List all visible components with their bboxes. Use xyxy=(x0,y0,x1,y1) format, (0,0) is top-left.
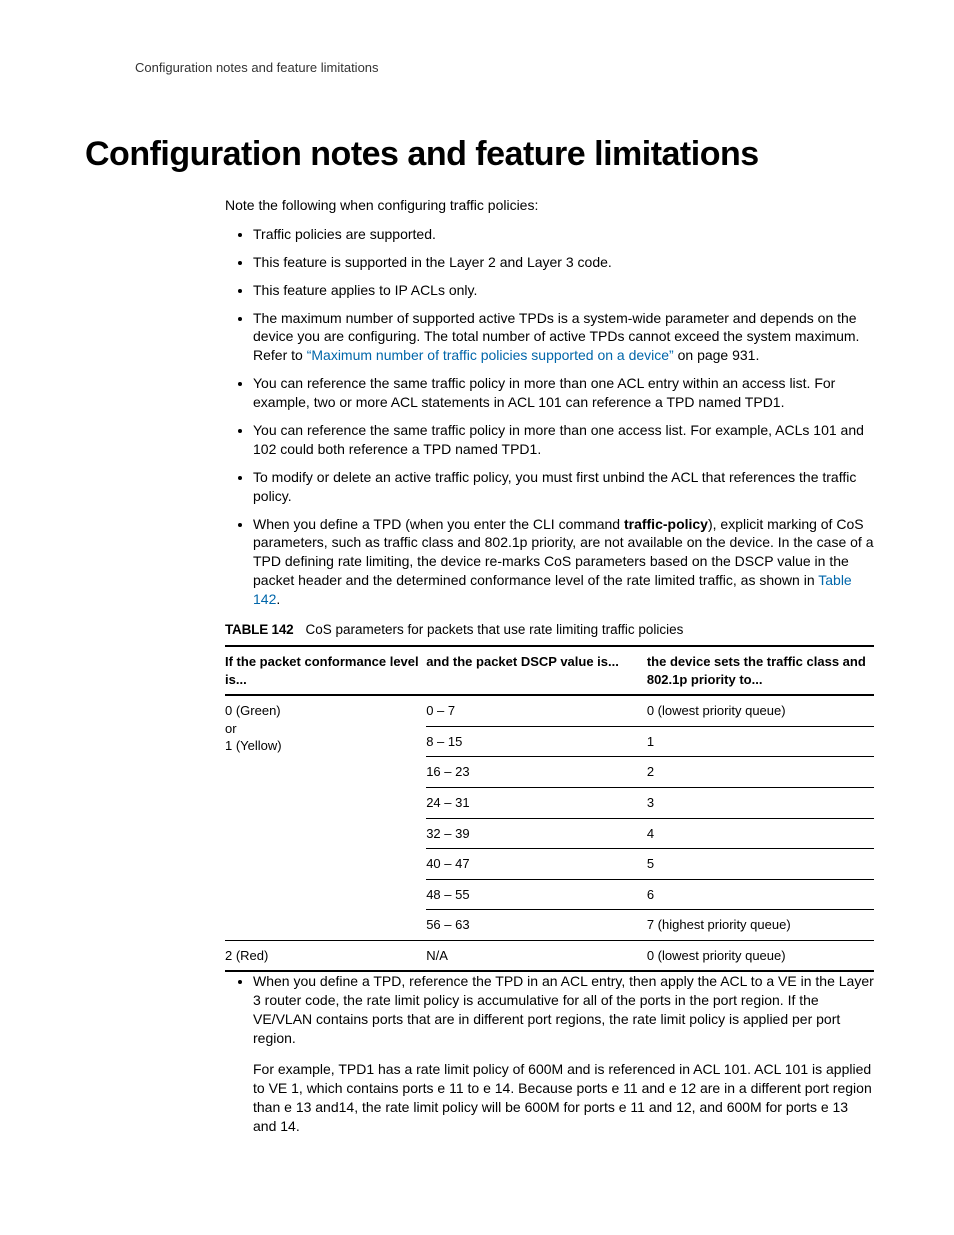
table-row: 0 (Green) or 1 (Yellow) 0 – 7 0 (lowest … xyxy=(225,695,874,726)
cell-dscp: N/A xyxy=(426,940,647,971)
cell-dscp: 16 – 23 xyxy=(426,757,647,788)
cell-priority: 3 xyxy=(647,787,874,818)
cell-dscp: 0 – 7 xyxy=(426,695,647,726)
text: or xyxy=(225,720,420,738)
notes-list-continued: When you define a TPD, reference the TPD… xyxy=(225,972,874,1048)
list-item: The maximum number of supported active T… xyxy=(253,309,874,366)
table-row: 2 (Red) N/A 0 (lowest priority queue) xyxy=(225,940,874,971)
text: 0 (Green) xyxy=(225,702,420,720)
cell-priority: 4 xyxy=(647,818,874,849)
cell-dscp: 56 – 63 xyxy=(426,910,647,941)
page-title: Configuration notes and feature limitati… xyxy=(85,135,874,174)
list-item: Traffic policies are supported. xyxy=(253,225,874,244)
th-conformance: If the packet conformance level is... xyxy=(225,646,426,695)
text: . xyxy=(276,591,280,607)
th-priority: the device sets the traffic class and 80… xyxy=(647,646,874,695)
running-header: Configuration notes and feature limitati… xyxy=(135,60,874,75)
table-title: CoS parameters for packets that use rate… xyxy=(305,622,683,637)
cell-dscp: 40 – 47 xyxy=(426,849,647,880)
cli-command: traffic-policy xyxy=(624,516,708,532)
cell-priority: 1 xyxy=(647,726,874,757)
table-header-row: If the packet conformance level is... an… xyxy=(225,646,874,695)
cell-priority: 0 (lowest priority queue) xyxy=(647,695,874,726)
list-item: You can reference the same traffic polic… xyxy=(253,374,874,412)
cell-priority: 0 (lowest priority queue) xyxy=(647,940,874,971)
table-caption: TABLE 142 CoS parameters for packets that… xyxy=(225,621,874,639)
list-item: When you define a TPD, reference the TPD… xyxy=(253,972,874,1048)
text: When you define a TPD (when you enter th… xyxy=(253,516,624,532)
text: 1 (Yellow) xyxy=(225,737,420,755)
cell-priority: 7 (highest priority queue) xyxy=(647,910,874,941)
cell-dscp: 8 – 15 xyxy=(426,726,647,757)
cos-table: If the packet conformance level is... an… xyxy=(225,645,874,972)
cell-conformance: 0 (Green) or 1 (Yellow) xyxy=(225,695,426,940)
cell-dscp: 24 – 31 xyxy=(426,787,647,818)
xref-max-policies[interactable]: “Maximum number of traffic policies supp… xyxy=(307,347,674,363)
example-paragraph: For example, TPD1 has a rate limit polic… xyxy=(253,1060,874,1136)
list-item: To modify or delete an active traffic po… xyxy=(253,468,874,506)
text: on page 931. xyxy=(674,347,760,363)
cell-priority: 6 xyxy=(647,879,874,910)
list-item: You can reference the same traffic polic… xyxy=(253,421,874,459)
cell-dscp: 32 – 39 xyxy=(426,818,647,849)
notes-list: Traffic policies are supported. This fea… xyxy=(225,225,874,609)
cell-priority: 5 xyxy=(647,849,874,880)
th-dscp: and the packet DSCP value is... xyxy=(426,646,647,695)
list-item: This feature applies to IP ACLs only. xyxy=(253,281,874,300)
intro-text: Note the following when configuring traf… xyxy=(225,196,874,215)
cell-conformance: 2 (Red) xyxy=(225,940,426,971)
list-item: When you define a TPD (when you enter th… xyxy=(253,515,874,609)
cell-dscp: 48 – 55 xyxy=(426,879,647,910)
table-label: TABLE 142 xyxy=(225,622,293,637)
cell-priority: 2 xyxy=(647,757,874,788)
list-item: This feature is supported in the Layer 2… xyxy=(253,253,874,272)
